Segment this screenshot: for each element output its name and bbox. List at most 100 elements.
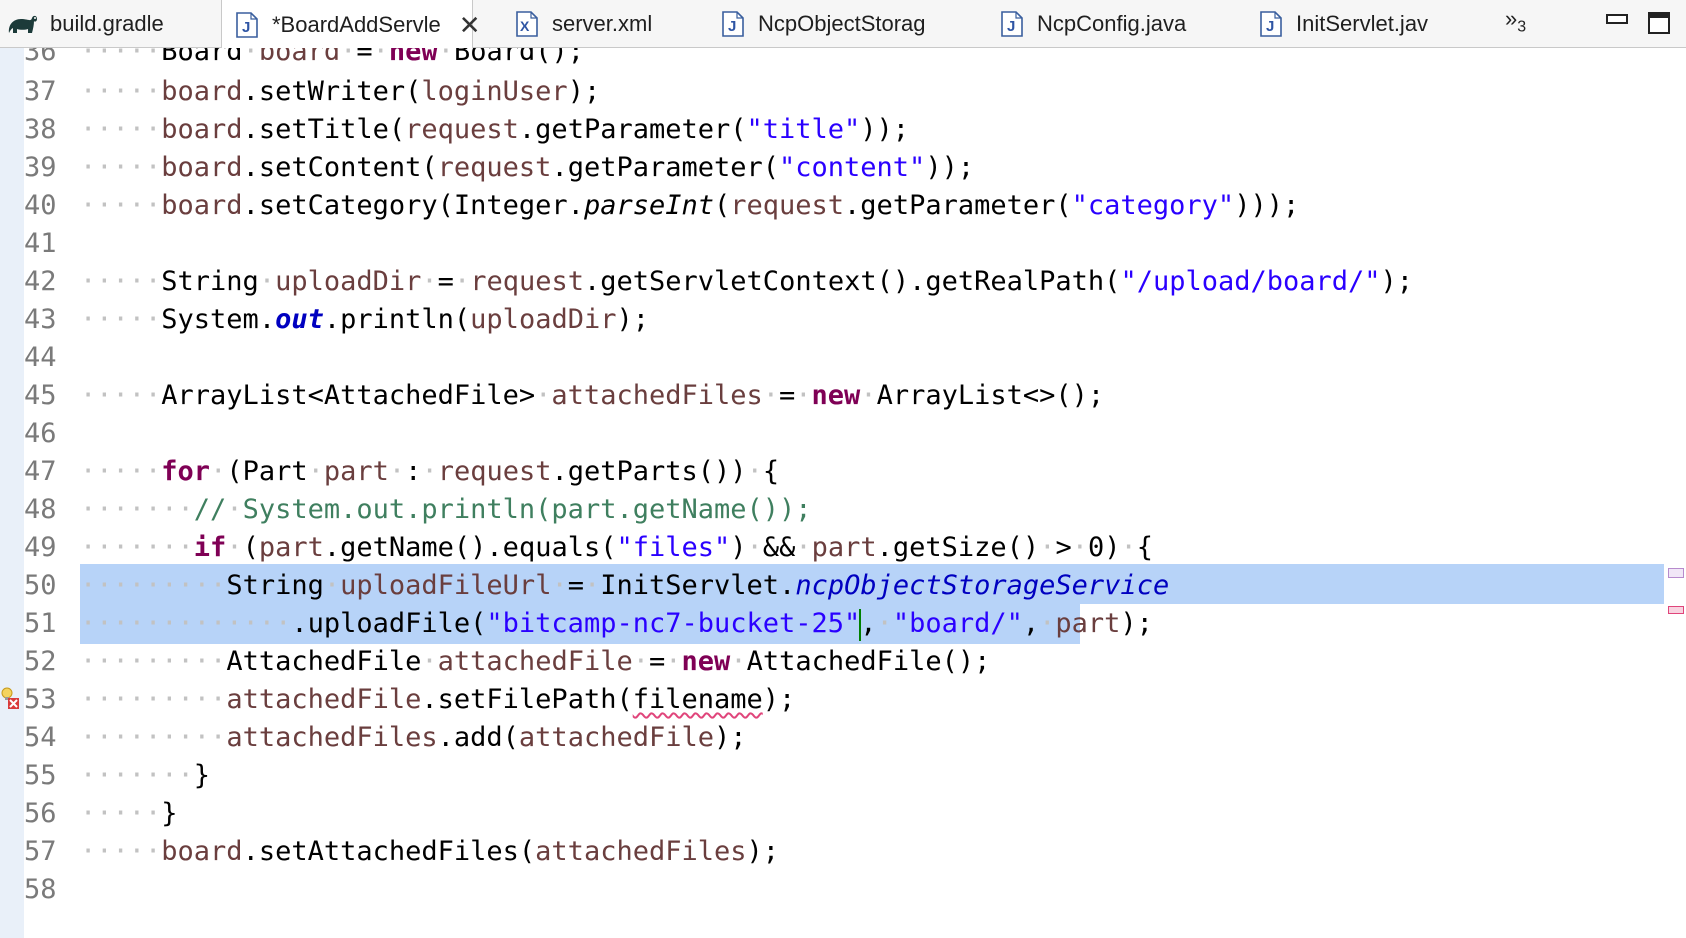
code-text: ·····} bbox=[80, 798, 178, 829]
line-number: 56 bbox=[24, 798, 57, 829]
code-text: ·····board.setTitle(request.getParameter… bbox=[80, 114, 910, 145]
code-line: 41 bbox=[0, 224, 1686, 264]
unresolved-variable-error[interactable]: filename bbox=[633, 684, 763, 715]
line-number: 41 bbox=[24, 228, 57, 259]
tab-overflow-button[interactable]: »3 bbox=[1505, 6, 1526, 36]
editor-tab-bar: build.gradle J *BoardAddServle ✕ X serve… bbox=[0, 0, 1686, 49]
line-number: 49 bbox=[24, 532, 57, 563]
svg-text:X: X bbox=[520, 18, 530, 34]
tab-ncp-object-storage[interactable]: J NcpObjectStorag bbox=[722, 0, 952, 48]
line-number: 44 bbox=[24, 342, 57, 373]
code-line: 49 ·······if·(part.getName().equals("fil… bbox=[0, 528, 1686, 568]
maximize-icon[interactable] bbox=[1648, 12, 1670, 38]
code-line: 42 ·····String·uploadDir·=·request.getSe… bbox=[0, 262, 1686, 302]
java-file-icon: J bbox=[1001, 11, 1023, 37]
code-line: 56 ·····} bbox=[0, 794, 1686, 834]
code-text: ·····for·(Part·part·:·request.getParts()… bbox=[80, 456, 780, 487]
tab-label: NcpObjectStorag bbox=[758, 11, 926, 36]
line-number: 46 bbox=[24, 418, 57, 449]
line-number: 52 bbox=[24, 646, 57, 677]
overview-ruler[interactable] bbox=[1664, 48, 1686, 938]
code-text: ·····board.setCategory(Integer.parseInt(… bbox=[80, 190, 1300, 221]
line-number: 43 bbox=[24, 304, 57, 335]
tab-build-gradle[interactable]: build.gradle bbox=[6, 0, 220, 48]
line-number: 55 bbox=[24, 760, 57, 791]
code-text: ·············.uploadFile("bitcamp-nc7-bu… bbox=[80, 608, 1153, 641]
tab-label: NcpConfig.java bbox=[1037, 11, 1187, 36]
code-text: ·····System.out.println(uploadDir); bbox=[80, 304, 649, 335]
code-line: 37 ·····board.setWriter(loginUser); bbox=[0, 72, 1686, 112]
code-line: 40 ·····board.setCategory(Integer.parseI… bbox=[0, 186, 1686, 226]
text-caret bbox=[859, 608, 862, 641]
line-number: 47 bbox=[24, 456, 57, 487]
java-code-editor[interactable]: 36 ·····Board·board·=·new·Board(); 37 ··… bbox=[0, 48, 1686, 938]
svg-text:J: J bbox=[1007, 18, 1015, 35]
svg-text:J: J bbox=[242, 19, 250, 36]
java-file-icon: J bbox=[1260, 11, 1282, 37]
tab-server-xml[interactable]: X server.xml bbox=[516, 0, 676, 48]
svg-text:J: J bbox=[1266, 18, 1274, 35]
code-text: ·····board.setContent(request.getParamet… bbox=[80, 152, 975, 183]
line-number: 45 bbox=[24, 380, 57, 411]
code-line: 44 bbox=[0, 338, 1686, 378]
code-line: 57 ·····board.setAttachedFiles(attachedF… bbox=[0, 832, 1686, 872]
tab-init-servlet[interactable]: J InitServlet.jav bbox=[1260, 0, 1480, 48]
code-line: 54 ·········attachedFiles.add(attachedFi… bbox=[0, 718, 1686, 758]
code-line: 47 ·····for·(Part·part·:·request.getPart… bbox=[0, 452, 1686, 492]
line-number: 37 bbox=[24, 76, 57, 107]
code-line: 39 ·····board.setContent(request.getPara… bbox=[0, 148, 1686, 188]
line-number: 39 bbox=[24, 152, 57, 183]
code-text: ·······} bbox=[80, 760, 211, 791]
line-number: 40 bbox=[24, 190, 57, 221]
error-quickfix-icon[interactable] bbox=[0, 686, 22, 709]
code-line: 46 bbox=[0, 414, 1686, 454]
tab-label: *BoardAddServle bbox=[272, 11, 441, 37]
tab-board-add-servlet[interactable]: J *BoardAddServle ✕ bbox=[221, 0, 481, 49]
code-line: 38 ·····board.setTitle(request.getParame… bbox=[0, 110, 1686, 150]
code-text: ·········attachedFiles.add(attachedFile)… bbox=[80, 722, 747, 753]
occurrence-marker[interactable] bbox=[1668, 568, 1684, 578]
close-tab-icon[interactable]: ✕ bbox=[459, 12, 481, 38]
hidden-tab-count: 3 bbox=[1517, 18, 1527, 36]
code-text: ·····board.setAttachedFiles(attachedFile… bbox=[80, 836, 780, 867]
line-number: 58 bbox=[24, 874, 57, 905]
tab-ncp-config[interactable]: J NcpConfig.java bbox=[1001, 0, 1221, 48]
code-text: ·····String·uploadDir·=·request.getServl… bbox=[80, 266, 1414, 297]
tab-label: server.xml bbox=[552, 11, 653, 36]
java-file-icon: J bbox=[236, 11, 258, 38]
line-number: 57 bbox=[24, 836, 57, 867]
code-text: ·········attachedFile.setFilePath(filena… bbox=[80, 684, 796, 715]
code-text: ·····ArrayList<AttachedFile>·attachedFil… bbox=[80, 380, 1105, 411]
xml-file-icon: X bbox=[516, 11, 538, 37]
java-file-icon: J bbox=[722, 11, 744, 37]
line-number: 38 bbox=[24, 114, 57, 145]
code-text: ·········String·uploadFileUrl·=·InitServ… bbox=[80, 570, 1170, 601]
gradle-elephant-icon bbox=[6, 11, 40, 37]
error-marker[interactable] bbox=[1668, 606, 1684, 614]
line-number: 53 bbox=[24, 684, 57, 715]
code-text: ·····Board·board·=·new·Board(); bbox=[80, 48, 584, 67]
code-text: ·······//·System.out.println(part.getNam… bbox=[80, 494, 812, 525]
line-number: 36 bbox=[24, 48, 57, 67]
code-line: 58 bbox=[0, 870, 1686, 910]
code-text: ·······if·(part.getName().equals("files"… bbox=[80, 532, 1154, 563]
code-line-selected: 50 ·········String·uploadFileUrl·=·InitS… bbox=[0, 566, 1686, 606]
tab-label: build.gradle bbox=[50, 11, 164, 36]
line-number: 42 bbox=[24, 266, 57, 297]
code-line-error: 53 ·········attachedFile.setFilePath(fil… bbox=[0, 680, 1686, 720]
tab-label: InitServlet.jav bbox=[1296, 11, 1429, 36]
code-line: 55 ·······} bbox=[0, 756, 1686, 796]
code-line-selected: 51 ·············.uploadFile("bitcamp-nc7… bbox=[0, 604, 1686, 644]
line-number: 50 bbox=[24, 570, 57, 601]
code-line: 48 ·······//·System.out.println(part.get… bbox=[0, 490, 1686, 530]
chevron-double-right-icon: » bbox=[1505, 6, 1518, 31]
minimize-icon[interactable] bbox=[1606, 12, 1628, 31]
line-number: 48 bbox=[24, 494, 57, 525]
line-number: 51 bbox=[24, 608, 57, 639]
code-line: 52 ·········AttachedFile·attachedFile·=·… bbox=[0, 642, 1686, 682]
line-number: 54 bbox=[24, 722, 57, 753]
code-text: ·····board.setWriter(loginUser); bbox=[80, 76, 601, 107]
code-line: 45 ·····ArrayList<AttachedFile>·attached… bbox=[0, 376, 1686, 416]
svg-text:J: J bbox=[728, 18, 736, 35]
code-line: 43 ·····System.out.println(uploadDir); bbox=[0, 300, 1686, 340]
